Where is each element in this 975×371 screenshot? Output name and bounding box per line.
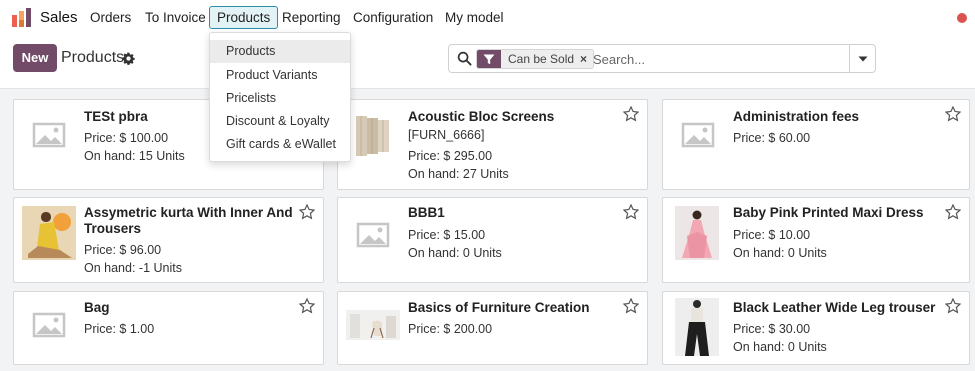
product-name: Baby Pink Printed Maxi Dress	[733, 205, 924, 220]
image-placeholder-icon	[22, 298, 76, 352]
top-navbar: Sales Orders To Invoice Products Reporti…	[0, 0, 975, 36]
app-logo-icon[interactable]	[11, 8, 33, 28]
product-name: Black Leather Wide Leg trouser	[733, 300, 936, 315]
page-title: Products	[61, 49, 125, 66]
search-bar[interactable]: Can be Sold ×	[448, 44, 876, 73]
product-onhand: On hand: 0 Units	[408, 246, 502, 260]
product-onhand: On hand: 0 Units	[733, 340, 827, 354]
product-ref: [FURN_6666]	[408, 128, 485, 142]
star-icon[interactable]	[299, 298, 315, 314]
product-price: Price: $ 1.00	[84, 322, 155, 336]
product-image	[346, 108, 400, 162]
product-image	[675, 298, 719, 356]
image-placeholder-icon	[22, 108, 76, 162]
product-image	[22, 206, 76, 260]
nav-products[interactable]: Products	[209, 6, 279, 29]
product-name: Basics of Furniture Creation	[408, 300, 590, 315]
new-button[interactable]: New	[13, 44, 57, 72]
product-price: Price: $ 30.00	[733, 322, 811, 336]
product-name: Bag	[84, 300, 110, 315]
star-icon[interactable]	[299, 204, 315, 220]
menu-item-discount-loyalty[interactable]: Discount & Loyalty	[210, 110, 350, 133]
product-card[interactable]: Acoustic Bloc Screens [FURN_6666] Price:…	[337, 99, 648, 190]
facet-label: Can be Sold	[508, 52, 575, 66]
product-onhand: On hand: 27 Units	[408, 167, 509, 181]
product-name: Acoustic Bloc Screens	[408, 109, 555, 124]
product-onhand: On hand: -1 Units	[84, 261, 182, 275]
filter-facet[interactable]: Can be Sold ×	[476, 49, 595, 69]
product-price: Price: $ 15.00	[408, 228, 486, 242]
product-name: Assymetric kurta With Inner And Trousers	[84, 205, 293, 236]
product-image	[675, 206, 719, 260]
app-name[interactable]: Sales	[40, 9, 78, 26]
product-price: Price: $ 60.00	[733, 131, 811, 145]
product-price: Price: $ 200.00	[408, 322, 493, 336]
star-icon[interactable]	[623, 298, 639, 314]
product-price: Price: $ 295.00	[408, 149, 493, 163]
product-card[interactable]: Assymetric kurta With Inner And Trousers…	[13, 197, 324, 283]
star-icon[interactable]	[623, 106, 639, 122]
product-card[interactable]: Bag Price: $ 1.00	[13, 291, 324, 365]
status-indicator[interactable]	[957, 13, 967, 23]
nav-to-invoice[interactable]: To Invoice	[145, 10, 206, 25]
image-placeholder-icon	[671, 108, 725, 162]
star-icon[interactable]	[623, 204, 639, 220]
menu-item-product-variants[interactable]: Product Variants	[210, 64, 350, 87]
product-price: Price: $ 96.00	[84, 243, 162, 257]
chevron-down-icon	[858, 56, 867, 61]
star-icon[interactable]	[945, 298, 961, 314]
product-price: Price: $ 10.00	[733, 228, 811, 242]
search-input[interactable]	[593, 50, 843, 68]
product-image	[346, 298, 400, 352]
product-card[interactable]: Basics of Furniture Creation Price: $ 20…	[337, 291, 648, 365]
search-icon[interactable]	[457, 51, 472, 66]
filter-icon	[477, 50, 501, 68]
menu-item-pricelists[interactable]: Pricelists	[210, 87, 350, 110]
product-name: BBB1	[408, 205, 445, 220]
image-placeholder-icon	[346, 208, 400, 262]
product-price: Price: $ 100.00	[84, 131, 169, 145]
gear-icon[interactable]	[122, 52, 135, 65]
nav-configuration[interactable]: Configuration	[353, 10, 433, 25]
facet-remove-button[interactable]: ×	[580, 52, 593, 66]
menu-item-gift-cards[interactable]: Gift cards & eWallet	[210, 133, 350, 156]
product-card[interactable]: Baby Pink Printed Maxi Dress Price: $ 10…	[662, 197, 970, 283]
product-name: Administration fees	[733, 109, 860, 124]
kanban-view: TESt pbra Price: $ 100.00 On hand: 15 Un…	[0, 88, 975, 371]
star-icon[interactable]	[945, 204, 961, 220]
product-card[interactable]: Administration fees Price: $ 60.00	[662, 99, 970, 190]
menu-item-products[interactable]: Products	[210, 40, 350, 63]
products-dropdown-menu: Products Product Variants Pricelists Dis…	[209, 32, 351, 162]
nav-orders[interactable]: Orders	[90, 10, 131, 25]
search-options-toggle[interactable]	[849, 45, 875, 72]
product-onhand: On hand: 0 Units	[733, 246, 827, 260]
product-card[interactable]: Black Leather Wide Leg trouser Price: $ …	[662, 291, 970, 365]
nav-my-model[interactable]: My model	[445, 10, 504, 25]
product-card[interactable]: BBB1 Price: $ 15.00 On hand: 0 Units	[337, 197, 648, 283]
product-onhand: On hand: 15 Units	[84, 149, 185, 163]
star-icon[interactable]	[945, 106, 961, 122]
nav-reporting[interactable]: Reporting	[282, 10, 341, 25]
